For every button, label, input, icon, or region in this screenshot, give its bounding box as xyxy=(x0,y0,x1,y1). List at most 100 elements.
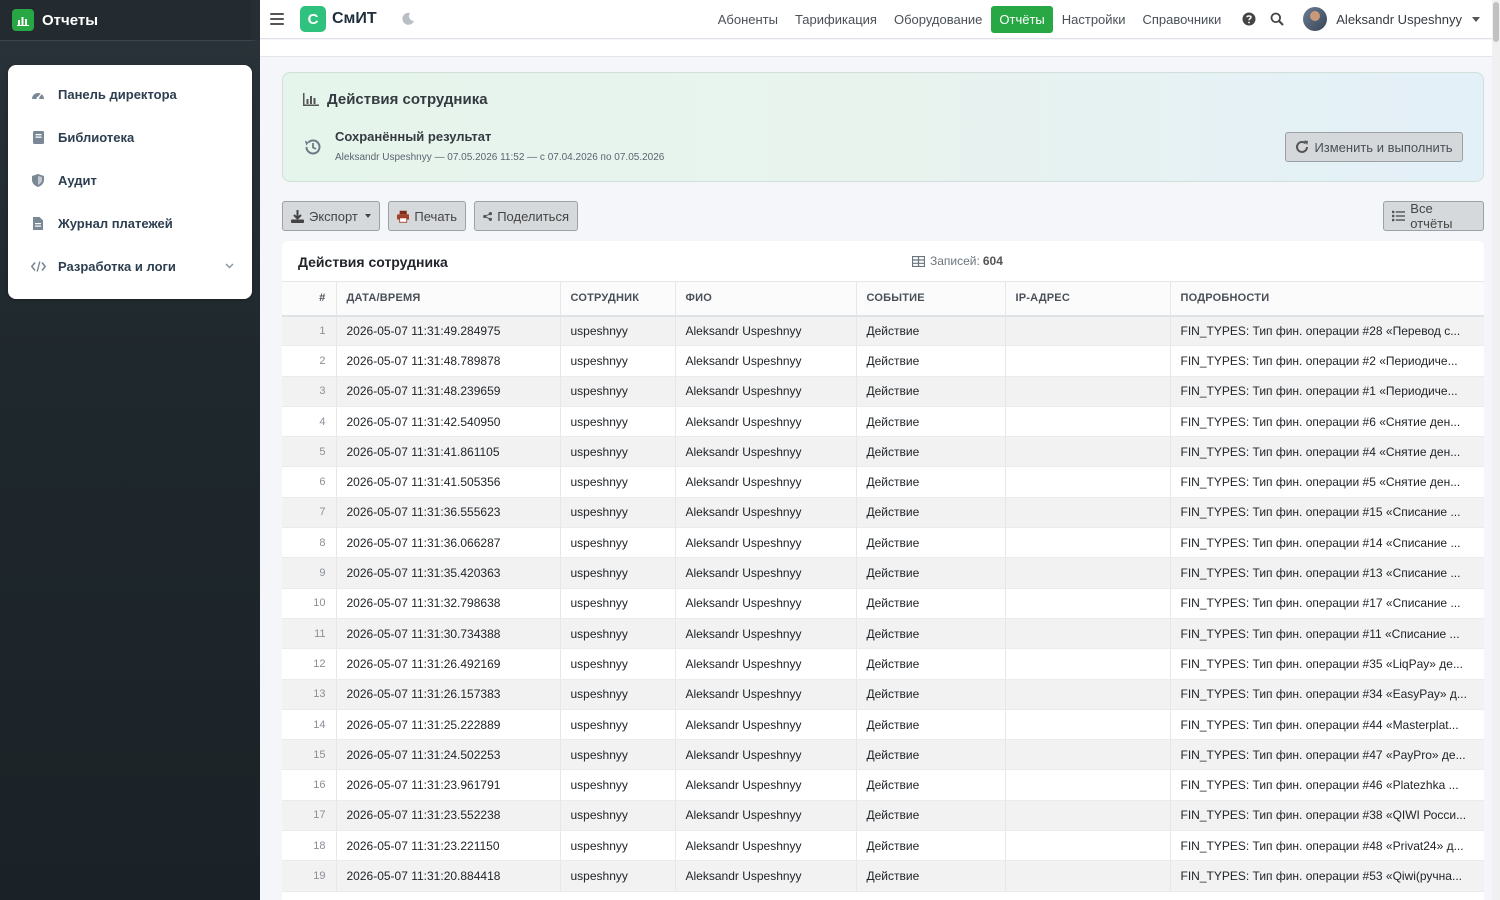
column-header-datetime[interactable]: ДАТА/ВРЕМЯ xyxy=(336,281,561,317)
table-row[interactable]: 4 2026-05-07 11:31:42.540950 uspeshnyy Alek… xyxy=(282,406,1484,438)
avatar[interactable] xyxy=(1303,7,1328,31)
table-row[interactable]: 10 2026-05-07 11:31:32.798638 uspeshnyy Ale… xyxy=(282,588,1484,619)
table-row[interactable]: 13 2026-05-07 11:31:26.157383 uspeshnyy Ale… xyxy=(282,679,1484,710)
cell-fullname: Aleksandr Uspeshnyy xyxy=(675,709,857,741)
nav-subscribers[interactable]: Абоненты xyxy=(710,6,786,33)
nav-directories[interactable]: Справочники xyxy=(1135,6,1230,33)
cell-event: Действие xyxy=(856,557,1006,589)
column-header-index[interactable]: # xyxy=(282,281,337,317)
column-header-details[interactable]: ПОДРОБНОСТИ xyxy=(1170,281,1484,317)
column-header-employee[interactable]: СОТРУДНИК xyxy=(560,281,676,317)
cell-datetime: 2026-05-07 11:31:42.540950 xyxy=(336,406,561,438)
cell-details: FIN_TYPES: Тип фин. операции #6 «Снятие … xyxy=(1170,406,1484,438)
chevron-down-icon[interactable] xyxy=(225,261,234,272)
print-button[interactable]: Печать xyxy=(388,201,466,231)
saved-result-meta: Aleksandr Uspeshnyy — 07.05.2026 11:52 —… xyxy=(335,152,665,163)
all-reports-button[interactable]: Все отчёты xyxy=(1383,201,1484,231)
share-button[interactable]: Поделиться xyxy=(474,201,578,231)
cell-event: Действие xyxy=(856,436,1006,468)
report-title: Действия сотрудника xyxy=(303,91,488,108)
sidebar-item-audit[interactable]: Аудит xyxy=(8,159,252,202)
cell-ip xyxy=(1005,860,1171,892)
shield-icon xyxy=(30,173,46,189)
app-logo[interactable]: С xyxy=(300,6,326,32)
cell-event: Действие xyxy=(856,527,1006,559)
cell-index: 11 xyxy=(282,618,337,650)
cell-fullname: Aleksandr Uspeshnyy xyxy=(675,588,857,619)
export-label: Экспорт xyxy=(309,208,358,224)
cell-details: FIN_TYPES: Тип фин. операции #5 «Снятие … xyxy=(1170,466,1484,498)
cell-details: FIN_TYPES: Тип фин. операции #46 «Platez… xyxy=(1170,769,1484,801)
cell-ip xyxy=(1005,618,1171,650)
cell-employee: uspeshnyy xyxy=(560,406,676,438)
nav-settings[interactable]: Настройки xyxy=(1054,6,1134,33)
table-row[interactable]: 12 2026-05-07 11:31:26.492169 uspeshnyy Ale… xyxy=(282,648,1484,680)
sidebar-item-director-panel[interactable]: Панель директора xyxy=(8,73,252,116)
table-row[interactable]: 19 2026-05-07 11:31:20.884418 uspeshnyy Ale… xyxy=(282,860,1484,892)
caret-down-icon[interactable] xyxy=(1472,16,1480,22)
nav-equipment[interactable]: Оборудование xyxy=(886,6,990,33)
help-icon[interactable] xyxy=(1241,11,1257,27)
moon-icon[interactable] xyxy=(401,12,415,26)
table-row[interactable]: 5 2026-05-07 11:31:41.861105 uspeshnyy Alek… xyxy=(282,436,1484,468)
table-row[interactable]: 14 2026-05-07 11:31:25.222889 uspeshnyy Ale… xyxy=(282,709,1484,741)
cell-event: Действие xyxy=(856,709,1006,741)
table-row[interactable]: 16 2026-05-07 11:31:23.961791 uspeshnyy Ale… xyxy=(282,769,1484,801)
table-row[interactable]: 8 2026-05-07 11:31:36.066287 uspeshnyy Alek… xyxy=(282,527,1484,559)
cell-index: 5 xyxy=(282,436,337,468)
cell-datetime: 2026-05-07 11:31:26.157383 xyxy=(336,679,561,710)
cell-index: 8 xyxy=(282,527,337,559)
nav-billing[interactable]: Тарификация xyxy=(787,6,885,33)
hamburger-menu-icon[interactable] xyxy=(266,11,288,27)
column-header-fullname[interactable]: ФИО xyxy=(675,281,857,317)
cell-details: FIN_TYPES: Тип фин. операции #2 «Периоди… xyxy=(1170,345,1484,377)
table-row[interactable]: 3 2026-05-07 11:31:48.239659 uspeshnyy Alek… xyxy=(282,376,1484,407)
cell-datetime: 2026-05-07 11:31:49.284975 xyxy=(336,315,561,347)
user-name[interactable]: Aleksandr Uspeshnyy xyxy=(1336,12,1462,27)
cell-employee: uspeshnyy xyxy=(560,557,676,589)
sidebar-item-library[interactable]: Библиотека xyxy=(8,116,252,159)
search-icon[interactable] xyxy=(1269,11,1285,27)
book-icon xyxy=(30,130,46,146)
cell-fullname: Aleksandr Uspeshnyy xyxy=(675,497,857,529)
sidebar-item-dev-logs[interactable]: Разработка и логи xyxy=(8,245,252,288)
all-reports-label: Все отчёты xyxy=(1410,201,1453,231)
sub-header-strip xyxy=(260,40,1492,57)
table-row[interactable]: 17 2026-05-07 11:31:23.552238 uspeshnyy Ale… xyxy=(282,800,1484,832)
cell-details: FIN_TYPES: Тип фин. операции #13 «Списан… xyxy=(1170,557,1484,589)
sidebar-brand[interactable]: Отчеты xyxy=(0,0,260,41)
cell-fullname: Aleksandr Uspeshnyy xyxy=(675,527,857,559)
column-header-event[interactable]: СОБЫТИЕ xyxy=(856,281,1006,317)
table-row[interactable]: 1 2026-05-07 11:31:49.284975 uspeshnyy Alek… xyxy=(282,315,1484,347)
table-row[interactable]: 6 2026-05-07 11:31:41.505356 uspeshnyy Alek… xyxy=(282,466,1484,498)
table-row[interactable]: 9 2026-05-07 11:31:35.420363 uspeshnyy Alek… xyxy=(282,557,1484,589)
table-row[interactable]: 7 2026-05-07 11:31:36.555623 uspeshnyy Alek… xyxy=(282,497,1484,529)
column-header-ip[interactable]: IP-АДРЕС xyxy=(1005,281,1171,317)
cell-details: FIN_TYPES: Тип фин. операции #44 «Master… xyxy=(1170,709,1484,741)
table-row[interactable]: 2 2026-05-07 11:31:48.789878 uspeshnyy Alek… xyxy=(282,345,1484,377)
cell-datetime: 2026-05-07 11:31:41.505356 xyxy=(336,466,561,498)
cell-fullname: Aleksandr Uspeshnyy xyxy=(675,618,857,650)
edit-and-run-button[interactable]: Изменить и выполнить xyxy=(1285,132,1463,162)
cell-datetime: 2026-05-07 11:31:32.798638 xyxy=(336,588,561,619)
app-logo-text[interactable]: СмИТ xyxy=(332,10,377,28)
edit-and-run-label: Изменить и выполнить xyxy=(1314,139,1453,155)
cell-index: 7 xyxy=(282,497,337,529)
table-header-row: # ДАТА/ВРЕМЯ СОТРУДНИК ФИО СОБЫТИЕ IP-АД… xyxy=(282,281,1484,317)
cell-index: 4 xyxy=(282,406,337,438)
cell-datetime: 2026-05-07 11:31:36.555623 xyxy=(336,497,561,529)
export-button[interactable]: Экспорт xyxy=(282,201,380,231)
table-row[interactable]: 18 2026-05-07 11:31:23.221150 uspeshnyy Ale… xyxy=(282,830,1484,862)
share-icon xyxy=(483,211,493,221)
nav-reports[interactable]: Отчёты xyxy=(991,5,1053,33)
scrollbar-thumb[interactable] xyxy=(1493,2,1499,42)
table-row[interactable]: 11 2026-05-07 11:31:30.734388 uspeshnyy Ale… xyxy=(282,618,1484,650)
page-scrollbar[interactable] xyxy=(1492,0,1500,900)
sidebar-item-payments-log[interactable]: Журнал платежей xyxy=(8,202,252,245)
code-icon xyxy=(30,259,46,275)
table-row[interactable]: 15 2026-05-07 11:31:24.502253 uspeshnyy Ale… xyxy=(282,739,1484,771)
records-count: Записей: 604 xyxy=(912,254,1003,268)
cell-index: 18 xyxy=(282,830,337,862)
cell-datetime: 2026-05-07 11:31:23.552238 xyxy=(336,800,561,832)
cell-index: 1 xyxy=(282,315,337,347)
